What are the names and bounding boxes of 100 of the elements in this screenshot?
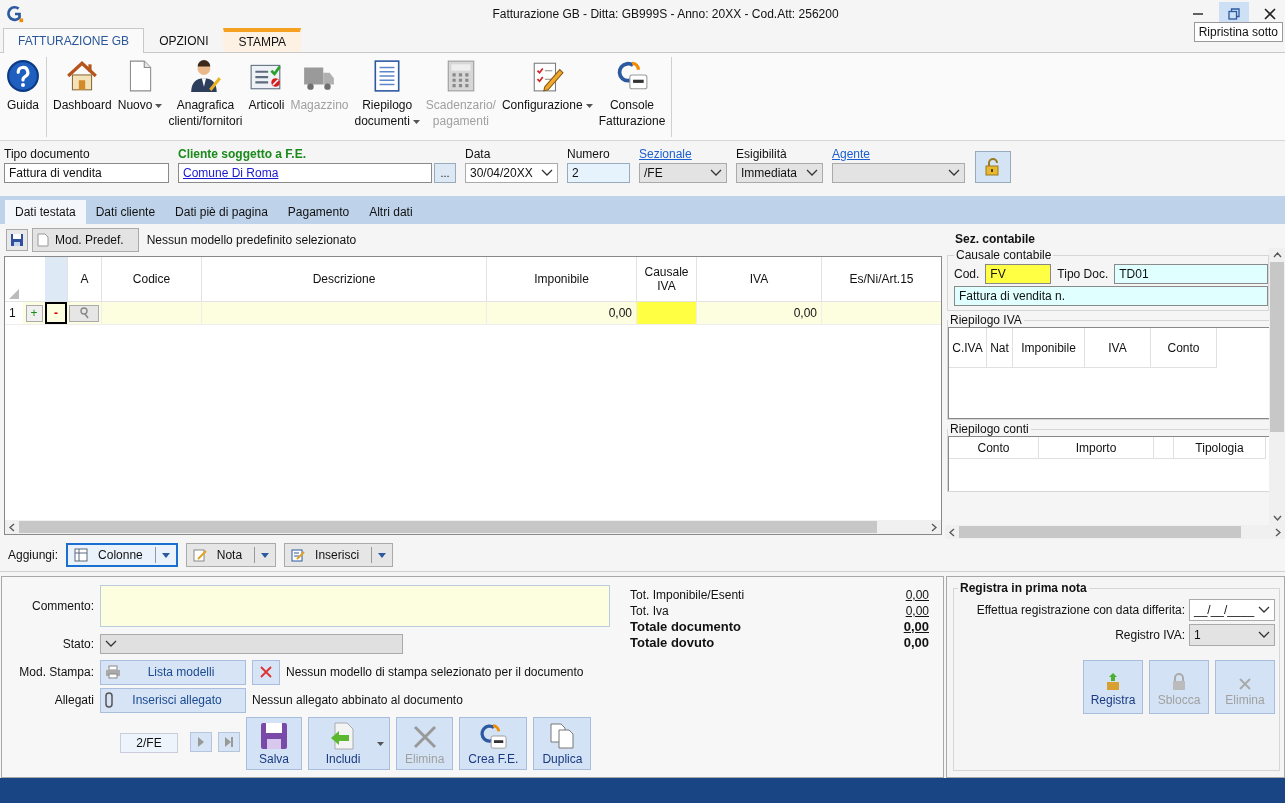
field-label: Commento: (30, 599, 94, 613)
text-field[interactable]: Fattura di vendita (4, 163, 169, 183)
clear-button[interactable] (252, 659, 280, 685)
horizontal-scrollbar[interactable] (945, 525, 1285, 539)
split-button[interactable]: Inserisci (284, 543, 394, 567)
date-picker[interactable]: 30/04/20XX (465, 163, 558, 183)
tab[interactable]: Dati cliente (85, 200, 166, 224)
chevron-down-icon (541, 169, 553, 177)
cross-icon (411, 724, 438, 750)
attach-button[interactable]: Inserisci allegato (100, 687, 246, 713)
lock-button[interactable] (975, 151, 1011, 183)
ribbon-button[interactable]: Console Fatturazione (595, 57, 669, 137)
description-field[interactable]: Fattura di vendita n. (954, 286, 1268, 306)
scroll-up-icon (1272, 252, 1282, 258)
column-header[interactable]: Codice (101, 257, 201, 301)
column-header[interactable]: Importo (1039, 437, 1154, 459)
ribbon-button-label: Magazzino (290, 97, 349, 113)
field-label: Esigibilità (736, 147, 787, 161)
save-button[interactable] (6, 229, 28, 251)
tab[interactable]: Altri dati (359, 200, 423, 224)
document-type-field[interactable]: TD01 (1114, 264, 1268, 284)
column-header[interactable]: IVA (1085, 328, 1151, 368)
dropdown[interactable]: /FE (639, 163, 727, 183)
column-header[interactable]: C.IVA (949, 328, 987, 368)
column-header[interactable]: Imponibile (1013, 328, 1085, 368)
code-field[interactable]: FV (985, 264, 1052, 284)
column-header[interactable]: Es/Ni/Art.15 (821, 257, 941, 301)
ribbon-tab[interactable]: OPZIONI (144, 28, 224, 52)
column-header[interactable]: Causale IVA (636, 257, 696, 301)
total-label: Totale documento (630, 619, 741, 635)
action-button[interactable]: Salva (246, 717, 302, 770)
column-header[interactable]: Tipologia (1174, 437, 1266, 459)
ribbon-button[interactable]: Guida (3, 57, 43, 137)
ribbon-button[interactable]: Articoli (245, 57, 288, 137)
ribbon-button[interactable]: Riepilogo documenti (351, 57, 423, 137)
tab[interactable]: Pagamento (277, 200, 360, 224)
last-icon (224, 737, 234, 747)
ribbon-button[interactable]: Dashboard (50, 57, 115, 137)
split-button[interactable]: Colonne (66, 543, 178, 567)
group-title: Registra in prima nota (959, 581, 1088, 595)
paperclip-icon (105, 692, 113, 708)
comment-field[interactable] (100, 585, 610, 627)
last-button[interactable] (218, 732, 240, 752)
column-header[interactable]: Nat (987, 328, 1013, 368)
ribbon-button-label: Anagrafica clienti/fornitori (168, 97, 243, 129)
field-link[interactable]: Agente (832, 147, 871, 161)
search-button[interactable] (69, 304, 99, 322)
blank-column-header[interactable] (1154, 437, 1174, 459)
action-button[interactable]: Duplica (533, 717, 592, 770)
dropdown[interactable]: Immediata (736, 163, 823, 183)
field-label: Mod. Stampa: (18, 665, 94, 679)
horizontal-scrollbar[interactable] (5, 520, 941, 534)
caret-icon (261, 552, 270, 558)
vertical-scrollbar[interactable] (1269, 248, 1285, 525)
table-cell[interactable]: 0,00 (696, 302, 821, 324)
date-picker[interactable]: __/__/____ (1189, 599, 1275, 621)
number-field[interactable]: 2 (567, 163, 630, 183)
caret-icon (161, 552, 170, 558)
scroll-right-icon (1275, 527, 1281, 537)
column-header[interactable]: A (67, 257, 101, 301)
tab[interactable]: Dati testata (5, 200, 86, 224)
print-models-button[interactable]: Lista modelli (100, 659, 246, 685)
scroll-right-icon (931, 522, 937, 532)
register-dropdown[interactable]: 1 (1189, 624, 1275, 646)
table-cell[interactable] (636, 302, 696, 324)
ribbon-tab[interactable]: FATTURAZIONE GB (3, 28, 145, 53)
column-header[interactable]: Conto (1151, 328, 1217, 368)
ribbon-button-label: Riepilogo documenti (354, 97, 420, 129)
tab[interactable]: Dati piè di pagina (165, 200, 278, 224)
ribbon-button[interactable]: Configurazione (498, 57, 596, 137)
lock-icon (984, 158, 1002, 176)
browse-button[interactable]: ... (434, 163, 456, 183)
action-button[interactable]: Includi (308, 717, 390, 770)
ribbon-button[interactable]: Nuovo (114, 57, 166, 137)
caret-icon (377, 742, 384, 746)
dropdown[interactable] (832, 163, 965, 183)
stamp-icon (1105, 673, 1121, 691)
client-link[interactable]: Comune Di Roma (183, 166, 279, 180)
scroll-down-icon (1272, 515, 1282, 521)
column-header[interactable]: IVA (696, 257, 821, 301)
total-label: Tot. Iva (630, 603, 669, 619)
next-button[interactable] (190, 732, 212, 752)
action-button[interactable]: Crea F.E. (459, 717, 528, 770)
import-icon (329, 722, 357, 750)
add-row-button[interactable]: + (25, 304, 43, 322)
document-number-field[interactable]: 2/FE (120, 733, 178, 753)
chevron-down-icon (105, 640, 117, 648)
field-link[interactable]: Sezionale (639, 147, 692, 161)
client-field[interactable]: Comune Di Roma (178, 163, 432, 183)
ribbon-button[interactable]: Anagrafica clienti/fornitori (165, 57, 246, 137)
split-button[interactable]: Nota (185, 543, 277, 567)
ribbon-tab[interactable]: STAMPA (223, 28, 302, 52)
default-model-button[interactable]: Mod. Predef. (32, 228, 139, 252)
column-header[interactable]: Imponibile (486, 257, 636, 301)
action-button[interactable]: Registra (1083, 660, 1143, 714)
state-dropdown[interactable] (100, 634, 403, 654)
close-icon (1264, 8, 1276, 20)
ribbon-button-label: Articoli (248, 97, 285, 113)
column-header[interactable]: Conto (949, 437, 1039, 459)
column-header[interactable]: Descrizione (201, 257, 486, 301)
